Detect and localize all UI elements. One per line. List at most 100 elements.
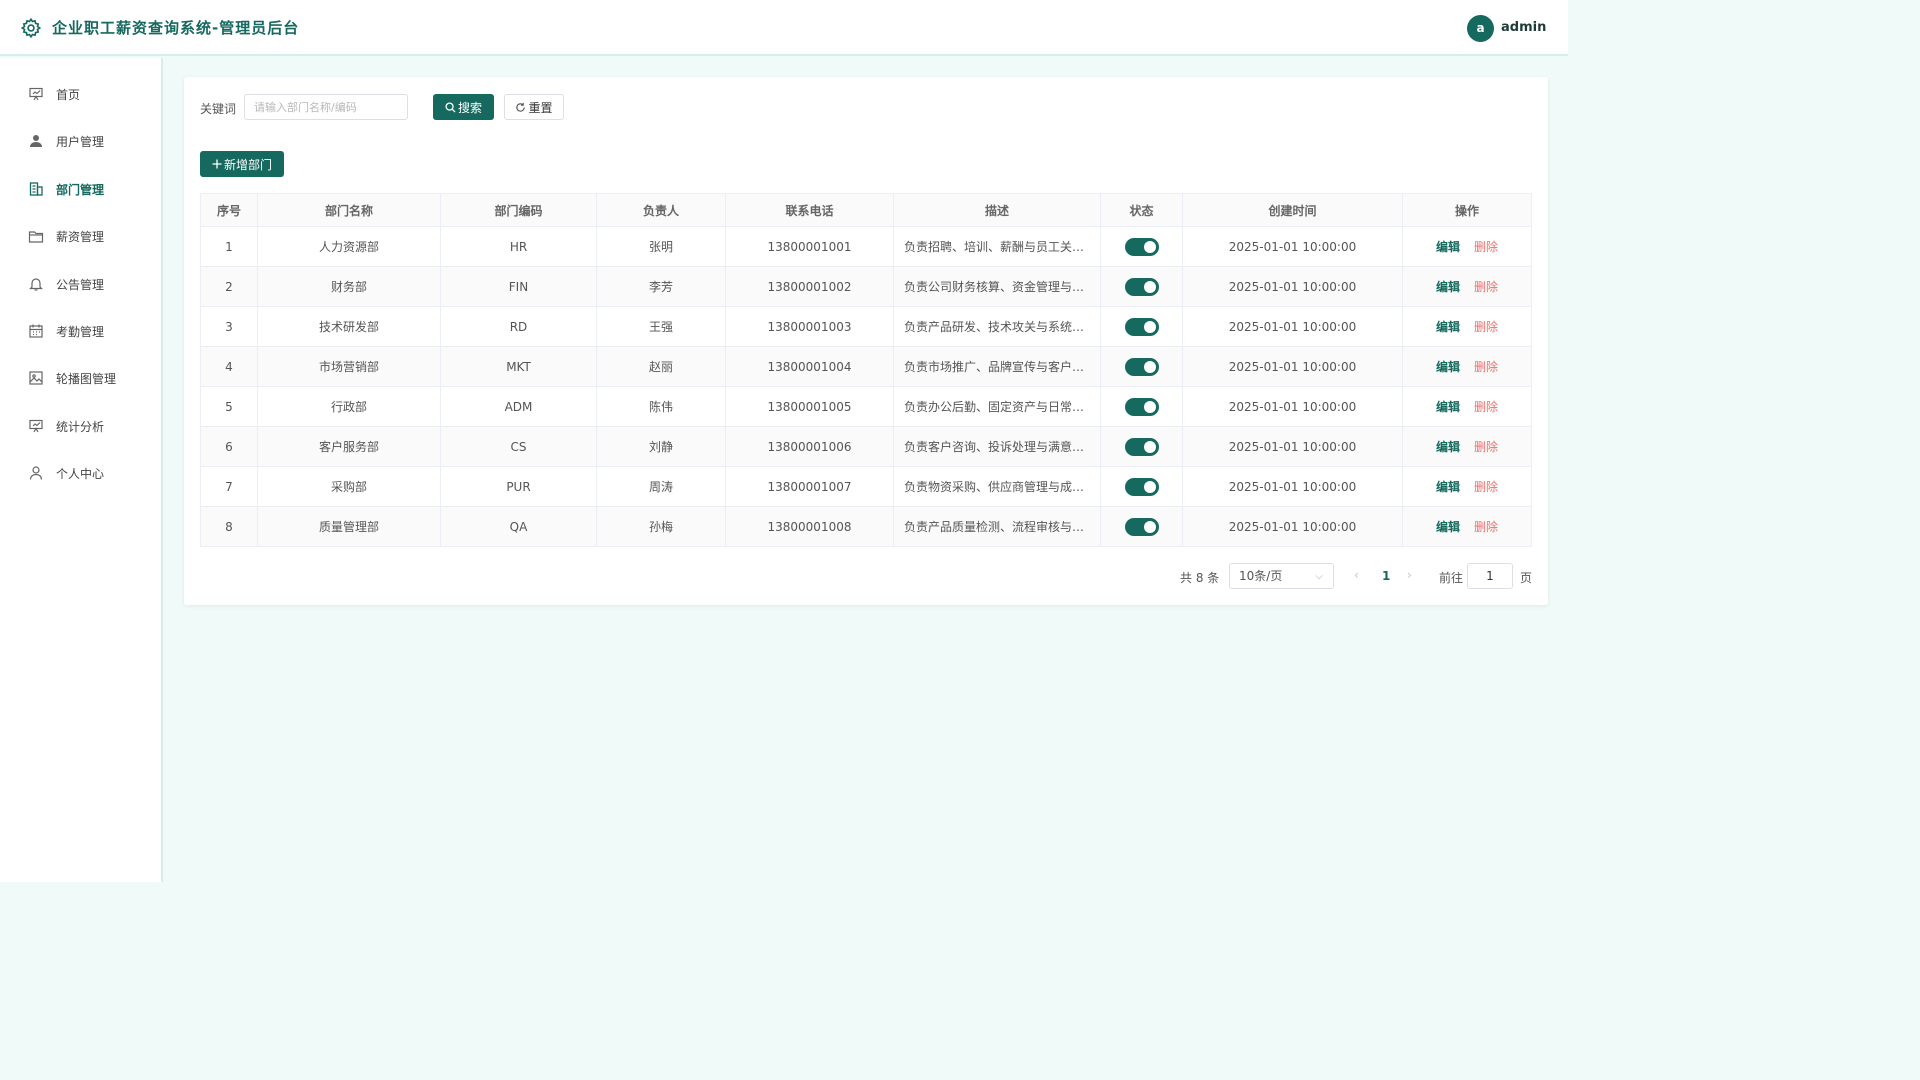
cell-code: ADM [440, 386, 597, 427]
cell-actions: 编辑 删除 [1402, 426, 1532, 467]
table-row: 3 技术研发部 RD 王强 13800001003 负责产品研发、技术攻关与系统… [200, 306, 1532, 347]
chevron-down-icon: ⌵ [1315, 571, 1323, 582]
status-toggle[interactable] [1124, 317, 1159, 336]
cell-description: 负责客户咨询、投诉处理与满意度回访 [893, 426, 1101, 467]
status-toggle[interactable] [1124, 277, 1159, 296]
avatar[interactable]: a [1467, 15, 1494, 42]
reset-button[interactable]: 重置 [504, 94, 564, 120]
cell-status [1100, 466, 1183, 507]
sidebar-item-home[interactable]: 首页 [0, 74, 161, 114]
sidebar-item-carousel[interactable]: 轮播图管理 [0, 358, 161, 398]
toggle-knob [1143, 480, 1156, 493]
cell-phone: 13800001004 [725, 346, 894, 387]
status-toggle[interactable] [1124, 397, 1159, 416]
cell-leader: 孙梅 [596, 506, 726, 547]
delete-link[interactable]: 删除 [1474, 520, 1498, 534]
cell-code: HR [440, 226, 597, 267]
sidebar-item-users[interactable]: 用户管理 [0, 121, 161, 161]
sidebar-item-salary[interactable]: 薪资管理 [0, 216, 161, 256]
delete-link[interactable]: 删除 [1474, 440, 1498, 454]
username[interactable]: admin [1501, 20, 1546, 35]
delete-link[interactable]: 删除 [1474, 320, 1498, 334]
cell-actions: 编辑 删除 [1402, 266, 1532, 307]
cell-description: 负责产品质量检测、流程审核与标准制定 [893, 506, 1101, 547]
add-department-button[interactable]: 新增部门 [200, 151, 284, 177]
cell-description: 负责产品研发、技术攻关与系统维护 [893, 306, 1101, 347]
cell-name: 市场营销部 [257, 346, 441, 387]
delete-link[interactable]: 删除 [1474, 280, 1498, 294]
user-icon [30, 135, 42, 147]
next-page-icon[interactable]: › [1407, 568, 1412, 582]
sidebar-item-label: 考勤管理 [56, 324, 105, 339]
sidebar: 首页 用户管理 部门管理 薪资管理 公告管理 考勤管理 轮播图管理 统计分析 个… [0, 58, 163, 882]
cell-created: 2025-01-01 10:00:00 [1182, 226, 1403, 267]
cell-description: 负责市场推广、品牌宣传与客户拓展 [893, 346, 1101, 387]
toggle-knob [1143, 520, 1156, 533]
goto-page-input[interactable] [1467, 563, 1513, 589]
edit-link[interactable]: 编辑 [1436, 440, 1460, 454]
cell-name: 行政部 [257, 386, 441, 427]
edit-link[interactable]: 编辑 [1436, 520, 1460, 534]
cell-actions: 编辑 删除 [1402, 466, 1532, 507]
status-toggle[interactable] [1124, 237, 1159, 256]
toggle-knob [1143, 240, 1156, 253]
keyword-label: 关键词 [200, 102, 237, 116]
sidebar-item-departments[interactable]: 部门管理 [0, 169, 161, 209]
folder-icon [28, 231, 44, 243]
search-button[interactable]: 搜索 [433, 94, 494, 120]
table-row: 7 采购部 PUR 周涛 13800001007 负责物资采购、供应商管理与成本… [200, 466, 1532, 507]
delete-link[interactable]: 删除 [1474, 400, 1498, 414]
edit-link[interactable]: 编辑 [1436, 280, 1460, 294]
toggle-knob [1143, 400, 1156, 413]
cell-name: 采购部 [257, 466, 441, 507]
bell-icon [29, 278, 43, 291]
cell-actions: 编辑 删除 [1402, 506, 1532, 547]
sidebar-item-attendance[interactable]: 考勤管理 [0, 311, 161, 351]
column-header: 部门编码 [440, 193, 597, 227]
toggle-knob [1143, 280, 1156, 293]
table-row: 1 人力资源部 HR 张明 13800001001 负责招聘、培训、薪酬与员工关… [200, 226, 1532, 267]
status-toggle[interactable] [1124, 477, 1159, 496]
cell-phone: 13800001005 [725, 386, 894, 427]
page-size-value: 10条/页 [1239, 569, 1283, 583]
table-row: 5 行政部 ADM 陈伟 13800001005 负责办公后勤、固定资产与日常行… [200, 386, 1532, 427]
pagination-total: 共 8 条 [1180, 571, 1220, 585]
edit-link[interactable]: 编辑 [1436, 400, 1460, 414]
status-toggle[interactable] [1124, 517, 1159, 536]
goto-label: 前往 [1439, 571, 1464, 585]
column-header: 描述 [893, 193, 1101, 227]
cell-description: 负责物资采购、供应商管理与成本控制 [893, 466, 1101, 507]
edit-link[interactable]: 编辑 [1436, 240, 1460, 254]
cell-created: 2025-01-01 10:00:00 [1182, 426, 1403, 467]
sidebar-item-statistics[interactable]: 统计分析 [0, 406, 161, 446]
prev-page-icon[interactable]: ‹ [1354, 568, 1359, 582]
cell-actions: 编辑 删除 [1402, 346, 1532, 387]
edit-link[interactable]: 编辑 [1436, 360, 1460, 374]
cell-index: 6 [200, 426, 258, 467]
delete-link[interactable]: 删除 [1474, 360, 1498, 374]
cell-leader: 赵丽 [596, 346, 726, 387]
keyword-input[interactable] [244, 94, 408, 120]
delete-link[interactable]: 删除 [1474, 480, 1498, 494]
cell-index: 8 [200, 506, 258, 547]
cell-name: 质量管理部 [257, 506, 441, 547]
cell-phone: 13800001008 [725, 506, 894, 547]
cell-status [1100, 386, 1183, 427]
cell-code: CS [440, 426, 597, 467]
status-toggle[interactable] [1124, 437, 1159, 456]
cell-code: QA [440, 506, 597, 547]
delete-link[interactable]: 删除 [1474, 240, 1498, 254]
sidebar-item-notices[interactable]: 公告管理 [0, 264, 161, 304]
edit-link[interactable]: 编辑 [1436, 480, 1460, 494]
edit-link[interactable]: 编辑 [1436, 320, 1460, 334]
cell-index: 2 [200, 266, 258, 307]
sidebar-item-label: 薪资管理 [56, 229, 105, 244]
page-size-select[interactable]: 10条/页 ⌵ [1229, 563, 1334, 589]
sidebar-item-profile[interactable]: 个人中心 [0, 453, 161, 493]
cell-created: 2025-01-01 10:00:00 [1182, 466, 1403, 507]
status-toggle[interactable] [1124, 357, 1159, 376]
cell-status [1100, 346, 1183, 387]
page-number[interactable]: 1 [1382, 569, 1390, 583]
column-header: 联系电话 [725, 193, 894, 227]
cell-status [1100, 506, 1183, 547]
